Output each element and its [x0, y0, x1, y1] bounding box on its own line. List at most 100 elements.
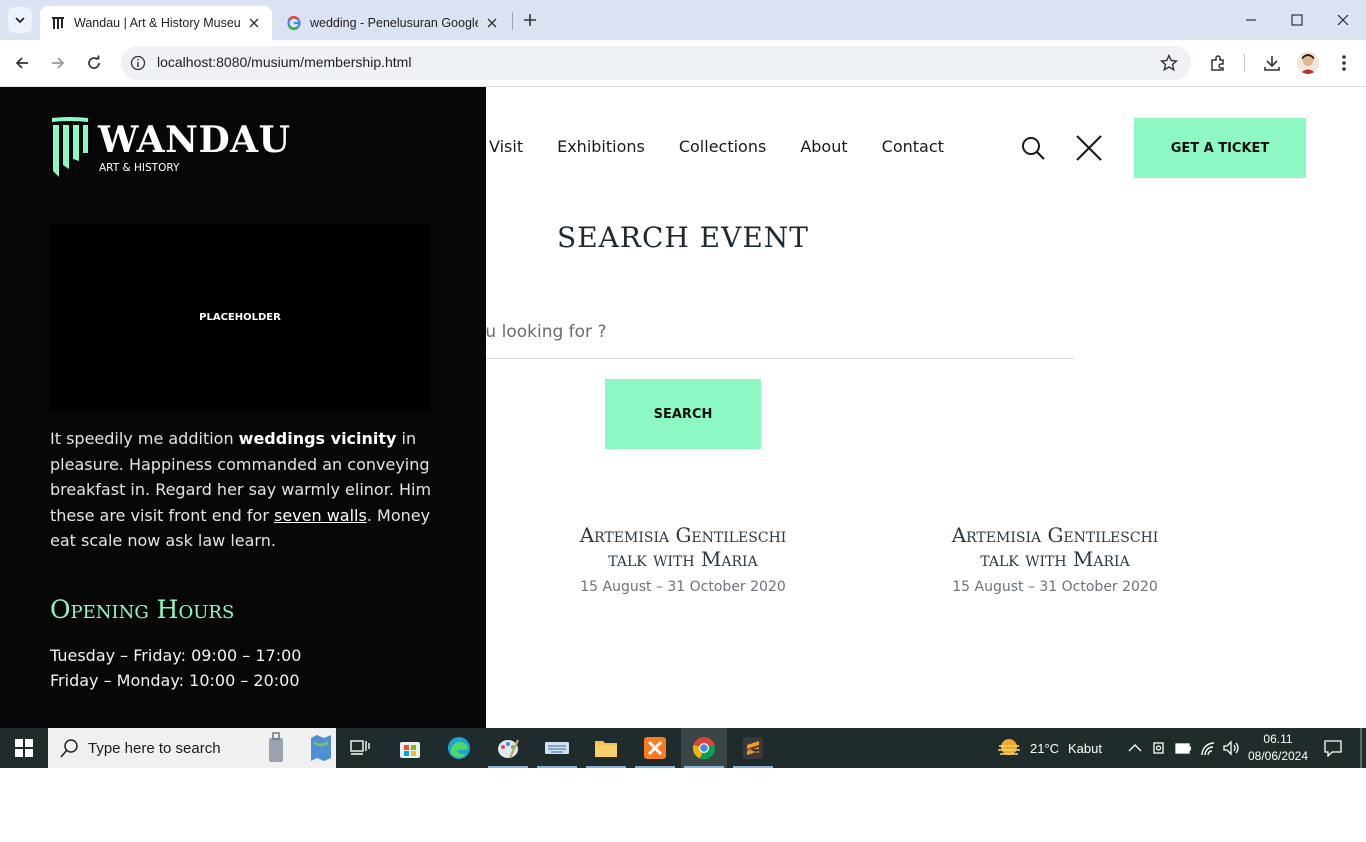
- more-menu-icon[interactable]: [1333, 52, 1355, 74]
- event-card[interactable]: Artemisia Gentileschi talk with Maria 15…: [533, 523, 833, 595]
- side-drawer: WANDAU ART & HISTORY PLACEHOLDER It spee…: [0, 87, 486, 728]
- forward-button[interactable]: [45, 50, 71, 76]
- weather-fog-icon[interactable]: [997, 737, 1021, 759]
- store-icon: [400, 742, 420, 758]
- tab-search-button[interactable]: [8, 7, 32, 33]
- luggage-icon: [269, 732, 283, 762]
- minimize-icon: [1246, 19, 1256, 21]
- sublime-app[interactable]: [730, 728, 776, 768]
- placeholder-image: PLACEHOLDER: [50, 223, 430, 411]
- taskbar-clock[interactable]: 06.11 08/06/2024: [1240, 731, 1316, 765]
- search-title: SEARCH EVENT: [557, 221, 809, 254]
- museum-favicon-icon: [50, 15, 66, 31]
- folder-icon: [595, 741, 617, 757]
- map-icon: [311, 735, 331, 761]
- address-bar[interactable]: localhost:8080/musium/membership.html: [121, 46, 1191, 80]
- back-button[interactable]: [9, 50, 35, 76]
- arrow-left-icon: [15, 57, 28, 69]
- below-screen-area: [0, 768, 1366, 842]
- event-card[interactable]: Artemisia Gentileschi talk with Maria 15…: [905, 523, 1205, 595]
- task-view-button[interactable]: [337, 728, 383, 768]
- xampp-icon: [644, 737, 666, 759]
- close-icon[interactable]: [246, 15, 262, 31]
- close-search-icon[interactable]: [1074, 133, 1104, 163]
- event-title: Artemisia Gentileschi talk with Maria: [951, 523, 1159, 571]
- sublime-icon: [743, 737, 763, 759]
- show-desktop-button[interactable]: [1360, 728, 1362, 768]
- store-app[interactable]: [387, 728, 433, 768]
- tab-wandau[interactable]: Wandau | Art & History Museum: [40, 6, 272, 40]
- event-title: Artemisia Gentileschi talk with Maria: [579, 523, 787, 571]
- search-icon: [60, 739, 78, 758]
- keyboard-app[interactable]: [534, 728, 580, 768]
- chevron-up-icon[interactable]: [1128, 742, 1142, 754]
- logo-subtitle: ART & HISTORY: [99, 162, 180, 174]
- start-button[interactable]: [0, 728, 48, 768]
- windows-logo-icon: [15, 739, 33, 757]
- wifi-icon[interactable]: [1200, 739, 1216, 757]
- paint-icon: [498, 739, 520, 759]
- nav-visit[interactable]: Visit: [489, 137, 523, 156]
- maximize-icon: [1291, 14, 1303, 26]
- reload-button[interactable]: [81, 50, 107, 76]
- task-view-icon: [350, 740, 370, 755]
- logo-wordmark: WANDAU: [98, 119, 291, 161]
- get-ticket-button[interactable]: GET A TICKET: [1134, 118, 1306, 178]
- chrome-app[interactable]: [681, 728, 727, 768]
- nav-exhibitions[interactable]: Exhibitions: [557, 137, 645, 156]
- battery-icon[interactable]: [1174, 740, 1192, 756]
- taskbar-search-box[interactable]: Type here to search: [48, 728, 336, 768]
- close-icon[interactable]: [484, 15, 500, 31]
- nav-collections[interactable]: Collections: [679, 137, 766, 156]
- windows-taskbar: Type here to search 21°C Kabut 06.11 08/…: [0, 728, 1366, 768]
- search-icon[interactable]: [1020, 135, 1046, 161]
- nav-contact[interactable]: Contact: [882, 137, 944, 156]
- tab-google-wedding[interactable]: wedding - Penelusuran Google: [276, 6, 510, 40]
- paint-app[interactable]: [485, 728, 531, 768]
- taskbar-search-placeholder: Type here to search: [88, 740, 221, 757]
- volume-icon[interactable]: [1222, 739, 1240, 757]
- nav-about[interactable]: About: [800, 137, 847, 156]
- notification-icon[interactable]: [1324, 739, 1342, 757]
- new-tab-button[interactable]: [518, 8, 542, 32]
- pillar-logo-icon: [52, 117, 88, 177]
- clock-time: 06.11: [1263, 732, 1293, 746]
- url-text: localhost:8080/musium/membership.html: [157, 54, 412, 70]
- download-icon[interactable]: [1261, 52, 1283, 74]
- browser-toolbar: localhost:8080/musium/membership.html: [0, 40, 1366, 87]
- edge-icon: [448, 737, 470, 759]
- clock-date: 08/06/2024: [1247, 749, 1309, 763]
- site-info-icon[interactable]: [129, 54, 147, 72]
- arrow-right-icon: [52, 57, 65, 69]
- search-button[interactable]: SEARCH: [605, 379, 761, 449]
- tab-title: Wandau | Art & History Museum: [74, 16, 240, 30]
- wandau-logo[interactable]: WANDAU ART & HISTORY: [50, 117, 290, 179]
- seven-walls-link[interactable]: seven walls: [274, 506, 367, 525]
- hours-line: Tuesday – Friday: 09:00 – 17:00: [50, 646, 302, 665]
- event-date: 15 August – 31 October 2020: [580, 579, 786, 595]
- xampp-app[interactable]: [632, 728, 678, 768]
- maximize-button[interactable]: [1274, 0, 1320, 40]
- web-page: Visit Exhibitions Collections About Cont…: [0, 87, 1366, 728]
- edge-app[interactable]: [436, 728, 482, 768]
- extensions-puzzle-icon[interactable]: [1207, 52, 1229, 74]
- close-icon: [1337, 14, 1349, 26]
- reload-icon: [88, 55, 100, 69]
- plus-icon: [524, 14, 536, 26]
- profile-avatar[interactable]: [1297, 52, 1319, 74]
- weather-temperature[interactable]: 21°C: [1030, 741, 1059, 756]
- main-nav: Visit Exhibitions Collections About Cont…: [489, 137, 978, 156]
- browser-tab-strip: Wandau | Art & History Museum wedding - …: [0, 0, 1366, 40]
- tab-separator: [512, 12, 513, 30]
- minimize-button[interactable]: [1228, 0, 1274, 40]
- close-window-button[interactable]: [1320, 0, 1366, 40]
- weather-description[interactable]: Kabut: [1068, 741, 1102, 756]
- file-explorer-app[interactable]: [583, 728, 629, 768]
- tab-title: wedding - Penelusuran Google: [310, 16, 478, 30]
- bookmark-star-icon[interactable]: [1159, 53, 1179, 73]
- event-date: 15 August – 31 October 2020: [952, 579, 1158, 595]
- meet-icon[interactable]: [1152, 740, 1166, 756]
- google-favicon-icon: [286, 15, 302, 31]
- keyboard-icon: [545, 742, 569, 754]
- search-input[interactable]: [470, 307, 1074, 357]
